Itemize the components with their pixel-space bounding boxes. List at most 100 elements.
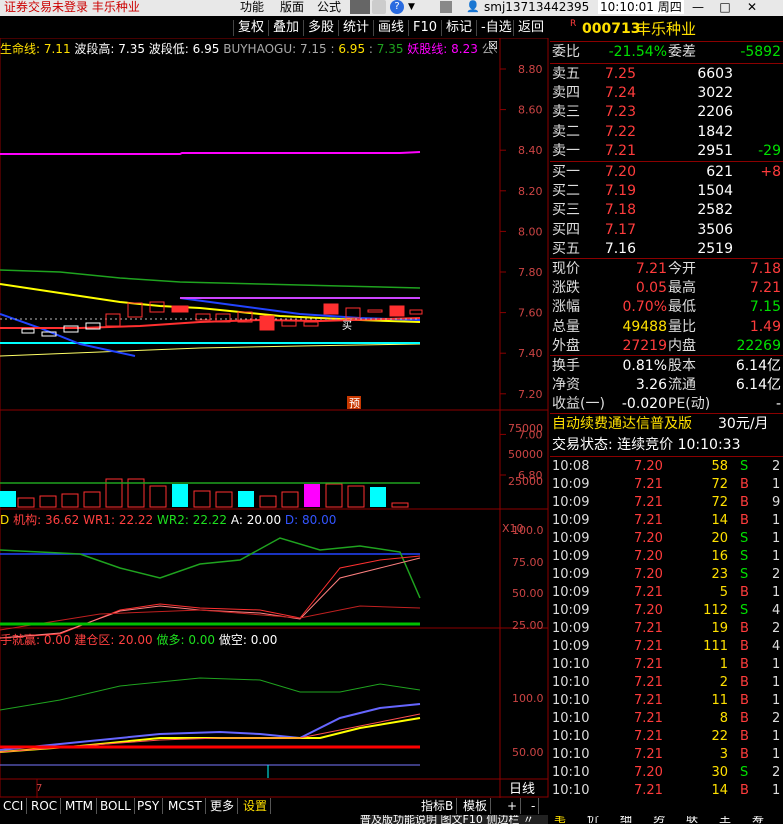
wr2-value: 22.22 bbox=[192, 513, 228, 527]
stat-label: 涨幅 bbox=[552, 299, 580, 316]
life-line-value: 7.11 bbox=[43, 42, 71, 56]
bid-label: 买四 bbox=[552, 221, 580, 238]
tick-count: 1 bbox=[772, 513, 781, 528]
right-tab[interactable]: 价 bbox=[587, 816, 599, 824]
tab-settings[interactable]: 设置 bbox=[240, 798, 272, 814]
stat-value-2: 7.15 bbox=[749, 299, 781, 316]
menu-function[interactable]: 功能 bbox=[240, 0, 264, 14]
ask-level-row[interactable]: 卖一 7.21 2951 -29 bbox=[550, 142, 783, 161]
wr1-value: 22.22 bbox=[118, 513, 154, 527]
tab-boll[interactable]: BOLL bbox=[97, 798, 135, 814]
tool-watchlist[interactable]: -自选 bbox=[476, 20, 516, 36]
bid-level-row[interactable]: 买四 7.17 3506 bbox=[550, 221, 783, 240]
chart-canvas[interactable]: 8.808.608.408.208.007.807.607.407.207.00… bbox=[0, 38, 550, 798]
tick-row: 10:09 7.21 72 B 1 bbox=[550, 476, 783, 494]
tool-multi[interactable]: 多股 bbox=[303, 20, 338, 36]
stat-value: -0.020 bbox=[621, 396, 667, 413]
stat-row: 净资 3.26 流通 6.14亿 bbox=[550, 376, 783, 395]
tool-adjust[interactable]: 复权 bbox=[233, 20, 268, 36]
ask-level-row[interactable]: 卖二 7.22 1842 bbox=[550, 123, 783, 142]
tick-volume: 58 bbox=[711, 459, 728, 474]
help-icon[interactable]: ? bbox=[390, 0, 404, 14]
tick-time: 10:10 bbox=[552, 711, 590, 726]
right-tab[interactable]: 筹 bbox=[752, 816, 764, 824]
tool-f10[interactable]: F10 bbox=[408, 20, 441, 36]
weicha-value: -5892 bbox=[740, 44, 781, 60]
right-tab[interactable]: 主 bbox=[719, 816, 731, 824]
right-tab[interactable]: 联 bbox=[686, 816, 698, 824]
tick-volume: 5 bbox=[719, 585, 728, 600]
price-tick-label: 8.20 bbox=[518, 185, 543, 198]
tab-mcst[interactable]: MCST bbox=[165, 798, 206, 814]
tick-count: 1 bbox=[772, 693, 781, 708]
menu-layout[interactable]: 版面 bbox=[280, 0, 304, 14]
template-b-button[interactable]: 指标B bbox=[418, 798, 458, 814]
lock-icon[interactable] bbox=[372, 0, 386, 14]
mail-icon[interactable] bbox=[440, 1, 452, 13]
zoom-out-button[interactable]: - bbox=[528, 798, 540, 814]
maximize-icon[interactable]: □ bbox=[715, 0, 735, 14]
stock-name: 丰乐种业 bbox=[636, 20, 697, 38]
template-button[interactable]: 模板 bbox=[460, 798, 492, 814]
bid-level-row[interactable]: 买五 7.16 2519 bbox=[550, 240, 783, 259]
dropdown-icon[interactable]: ▼ bbox=[408, 0, 415, 14]
right-tab[interactable]: 势 bbox=[653, 816, 665, 824]
tick-price: 7.21 bbox=[634, 621, 663, 636]
tick-count: 1 bbox=[772, 783, 781, 798]
bid-level-row[interactable]: 买二 7.19 1504 bbox=[550, 182, 783, 201]
ask-volume: 2206 bbox=[697, 104, 733, 121]
right-tab[interactable]: 细 bbox=[620, 816, 632, 824]
ask-price: 7.25 bbox=[604, 66, 636, 82]
bid-level-row[interactable]: 买一 7.20 621 +8 bbox=[550, 163, 783, 182]
wr-green-line bbox=[0, 537, 421, 599]
tick-row: 10:08 7.20 58 S 2 bbox=[550, 458, 783, 476]
zoom-in-button[interactable]: + bbox=[504, 798, 522, 814]
long-label: 做多: bbox=[152, 633, 189, 647]
close-indicator-icon[interactable]: ☒ bbox=[488, 40, 500, 52]
tick-volume: 8 bbox=[719, 711, 728, 726]
tab-more[interactable]: 更多 bbox=[207, 798, 239, 814]
right-tab[interactable]: 笔 bbox=[554, 816, 566, 824]
tick-volume: 14 bbox=[711, 783, 728, 798]
tick-volume: 14 bbox=[711, 513, 728, 528]
tick-price: 7.20 bbox=[634, 765, 663, 780]
user-name: smj13713442395 bbox=[484, 0, 590, 14]
tool-mark[interactable]: 标记 bbox=[441, 20, 476, 36]
bid-volume: 621 bbox=[706, 164, 733, 180]
grid-icon[interactable] bbox=[350, 0, 370, 14]
tick-count: 2 bbox=[772, 567, 781, 582]
bid-volume: 3506 bbox=[697, 221, 733, 238]
ask-level-row[interactable]: 卖三 7.23 2206 bbox=[550, 103, 783, 122]
tick-volume: 112 bbox=[703, 603, 728, 618]
bid-label: 买三 bbox=[552, 202, 580, 219]
tab-roc[interactable]: ROC bbox=[28, 798, 62, 814]
ad-banner[interactable]: 自动续费通达信普及版 30元/月 bbox=[550, 415, 783, 434]
volume-bar bbox=[238, 491, 254, 507]
tick-time: 10:09 bbox=[552, 495, 590, 510]
bid-label: 买五 bbox=[552, 240, 580, 257]
tool-back[interactable]: 返回 bbox=[513, 20, 548, 36]
ask-level-row[interactable]: 卖四 7.24 3022 bbox=[550, 84, 783, 103]
tick-price: 7.21 bbox=[634, 639, 663, 654]
tick-price: 7.21 bbox=[634, 675, 663, 690]
menu-formula[interactable]: 公式 bbox=[317, 0, 341, 14]
tool-draw[interactable]: 画线 bbox=[373, 20, 408, 36]
bid-level-row[interactable]: 买三 7.18 2582 bbox=[550, 201, 783, 220]
stat-row: 现价 7.21 今开 7.18 bbox=[550, 260, 783, 279]
tab-cci[interactable]: CCI bbox=[0, 798, 28, 814]
ad-price[interactable]: 30元/月 bbox=[718, 415, 769, 434]
tool-overlay[interactable]: 叠加 bbox=[268, 20, 303, 36]
close-icon[interactable]: ✕ bbox=[742, 0, 762, 14]
tab-mtm[interactable]: MTM bbox=[62, 798, 98, 814]
tool-stats[interactable]: 统计 bbox=[338, 20, 373, 36]
ad-text[interactable]: 自动续费通达信普及版 bbox=[552, 415, 692, 434]
minimize-icon[interactable]: — bbox=[688, 0, 708, 14]
tick-price: 7.21 bbox=[634, 783, 663, 798]
ask-level-row[interactable]: 卖五 7.25 6603 bbox=[550, 65, 783, 84]
wr-axis: 100.075.0050.0025.00 bbox=[512, 524, 544, 632]
footer-ticker[interactable]: 普及版功能说明 图文F10 侧边栏 〃 bbox=[360, 815, 548, 824]
tab-psy[interactable]: PSY bbox=[134, 798, 164, 814]
tick-time: 10:10 bbox=[552, 765, 590, 780]
short-value: 0.00 bbox=[250, 633, 278, 647]
price-tick-label: 7.60 bbox=[518, 307, 543, 320]
